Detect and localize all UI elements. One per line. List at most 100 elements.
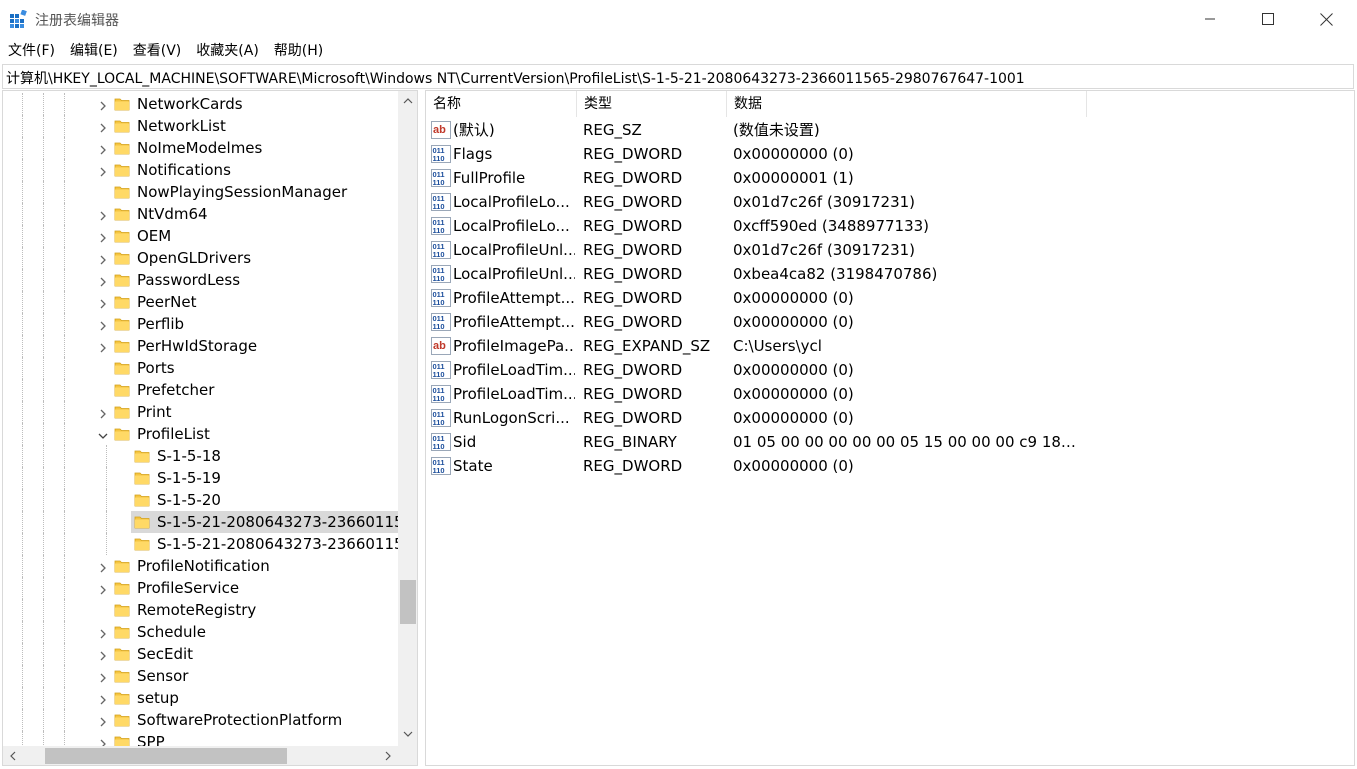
expand-toggle[interactable]	[97, 626, 109, 639]
tree-item[interactable]: NoImeModelmes	[3, 137, 398, 159]
value-row[interactable]: 011 110 State REG_DWORD 0x00000000 (0)	[426, 454, 1354, 478]
value-row[interactable]: 011 110 LocalProfileLo... REG_DWORD 0x01d7c2…	[426, 190, 1354, 214]
tree-vertical-scrollbar[interactable]	[398, 91, 417, 746]
tree-item[interactable]: PasswordLess	[3, 269, 398, 291]
tree-item[interactable]: RemoteRegistry	[3, 599, 398, 621]
expand-toggle[interactable]	[97, 318, 109, 331]
tree-item[interactable]: Prefetcher	[3, 379, 398, 401]
minimize-button[interactable]	[1181, 0, 1239, 38]
tree-guide-line	[64, 445, 65, 467]
column-header-data[interactable]: 数据	[727, 91, 1087, 117]
tree-item[interactable]: NowPlayingSessionManager	[3, 181, 398, 203]
address-bar[interactable]: 计算机\HKEY_LOCAL_MACHINE\SOFTWARE\Microsof…	[2, 64, 1354, 89]
tree-guide-line	[43, 247, 44, 269]
tree-horizontal-scrollbar[interactable]	[3, 746, 398, 765]
expand-toggle[interactable]	[97, 714, 109, 727]
expand-toggle[interactable]	[97, 648, 109, 661]
tree-item[interactable]: Notifications	[3, 159, 398, 181]
expand-toggle[interactable]	[97, 296, 109, 309]
maximize-button[interactable]	[1239, 0, 1297, 38]
expand-toggle[interactable]	[97, 230, 109, 243]
column-header-type[interactable]: 类型	[577, 91, 727, 117]
value-row[interactable]: ab (默认) REG_SZ (数值未设置)	[426, 118, 1354, 142]
folder-shape	[114, 384, 130, 397]
tree-item-label: setup	[137, 689, 179, 707]
tree-item[interactable]: S-1-5-21-2080643273-2366011565-298076764…	[3, 533, 398, 555]
menu-help[interactable]: 帮助(H)	[266, 39, 330, 63]
tree-item[interactable]: S-1-5-19	[3, 467, 398, 489]
tree-item[interactable]: S-1-5-21-2080643273-2366011565-298076764…	[3, 511, 398, 533]
horizontal-scroll-thumb[interactable]	[45, 748, 287, 764]
expand-toggle[interactable]	[97, 582, 109, 595]
tree-item[interactable]: Perflib	[3, 313, 398, 335]
tree-item[interactable]: Schedule	[3, 621, 398, 643]
tree-item-label: PerHwIdStorage	[137, 337, 258, 355]
expand-toggle[interactable]	[97, 142, 109, 155]
value-row[interactable]: 011 110 ProfileAttempt... REG_DWORD 0x000000…	[426, 310, 1354, 334]
menu-view[interactable]: 查看(V)	[125, 39, 189, 63]
value-row[interactable]: 011 110 LocalProfileUnl... REG_DWORD 0x01d7c…	[426, 238, 1354, 262]
scroll-left-button[interactable]	[3, 746, 23, 765]
value-row[interactable]: 011 110 Flags REG_DWORD 0x00000000 (0)	[426, 142, 1354, 166]
expand-toggle[interactable]	[97, 120, 109, 133]
tree-item[interactable]: Ports	[3, 357, 398, 379]
tree-item-label: NetworkList	[137, 117, 226, 135]
tree-item[interactable]: OEM	[3, 225, 398, 247]
tree-item[interactable]: NetworkList	[3, 115, 398, 137]
scroll-up-button[interactable]	[398, 91, 417, 111]
regedit-app-icon	[10, 9, 28, 28]
folder-icon	[114, 426, 130, 441]
value-row[interactable]: 011 110 ProfileAttempt... REG_DWORD 0x000000…	[426, 286, 1354, 310]
expand-toggle[interactable]	[97, 98, 109, 111]
tree-item[interactable]: PerHwIdStorage	[3, 335, 398, 357]
expand-toggle[interactable]	[97, 560, 109, 573]
value-row[interactable]: 011 110 ProfileLoadTim... REG_DWORD 0x000000…	[426, 358, 1354, 382]
expand-toggle[interactable]	[97, 164, 109, 177]
value-row[interactable]: 011 110 Sid REG_BINARY 01 05 00 00 00 00 00 …	[426, 430, 1354, 454]
tree-item[interactable]: ProfileService	[3, 577, 398, 599]
tree-item[interactable]: OpenGLDrivers	[3, 247, 398, 269]
expand-toggle[interactable]	[97, 670, 109, 683]
tree-item[interactable]: S-1-5-18	[3, 445, 398, 467]
expand-toggle[interactable]	[97, 252, 109, 265]
expand-toggle[interactable]	[97, 208, 109, 221]
tree-guide-line	[22, 291, 23, 313]
tree-item[interactable]: SPP	[3, 731, 398, 746]
value-type: REG_EXPAND_SZ	[583, 337, 711, 355]
value-row[interactable]: 011 110 LocalProfileUnl... REG_DWORD 0xbea4c…	[426, 262, 1354, 286]
tree-item[interactable]: ProfileNotification	[3, 555, 398, 577]
column-header-name[interactable]: 名称	[426, 91, 577, 117]
tree-item[interactable]: SoftwareProtectionPlatform	[3, 709, 398, 731]
tree-item[interactable]: PeerNet	[3, 291, 398, 313]
tree-item[interactable]: NetworkCards	[3, 93, 398, 115]
scroll-down-button[interactable]	[398, 724, 417, 744]
menu-edit[interactable]: 编辑(E)	[62, 39, 125, 63]
expand-toggle[interactable]	[97, 428, 109, 440]
menu-file[interactable]: 文件(F)	[0, 39, 62, 63]
tree-item[interactable]: setup	[3, 687, 398, 709]
tree-item[interactable]: SecEdit	[3, 643, 398, 665]
expand-toggle[interactable]	[97, 692, 109, 705]
tree-item[interactable]: NtVdm64	[3, 203, 398, 225]
value-row[interactable]: 011 110 LocalProfileLo... REG_DWORD 0xcff590…	[426, 214, 1354, 238]
binary-value-icon: 011 110	[431, 193, 451, 211]
expand-toggle[interactable]	[97, 406, 109, 419]
expand-toggle[interactable]	[97, 274, 109, 287]
expand-toggle[interactable]	[97, 340, 109, 353]
vertical-scroll-thumb[interactable]	[400, 580, 416, 624]
folder-shape	[114, 318, 130, 331]
tree-item[interactable]: Print	[3, 401, 398, 423]
address-path[interactable]: 计算机\HKEY_LOCAL_MACHINE\SOFTWARE\Microsof…	[6, 68, 1025, 88]
expand-toggle[interactable]	[97, 736, 109, 746]
value-row[interactable]: 011 110 RunLogonScri... REG_DWORD 0x00000000…	[426, 406, 1354, 430]
tree-item[interactable]: ProfileList	[3, 423, 398, 445]
value-row[interactable]: ab ProfileImagePa... REG_EXPAND_SZ C:\Users…	[426, 334, 1354, 358]
tree-item[interactable]: S-1-5-20	[3, 489, 398, 511]
value-row[interactable]: 011 110 ProfileLoadTim... REG_DWORD 0x000000…	[426, 382, 1354, 406]
scroll-right-button[interactable]	[378, 746, 398, 765]
value-row[interactable]: 011 110 FullProfile REG_DWORD 0x00000001 (1)	[426, 166, 1354, 190]
tree-item[interactable]: Sensor	[3, 665, 398, 687]
menu-favorites[interactable]: 收藏夹(A)	[188, 39, 266, 63]
close-button[interactable]	[1297, 0, 1355, 38]
chevron-right-icon	[100, 145, 106, 155]
